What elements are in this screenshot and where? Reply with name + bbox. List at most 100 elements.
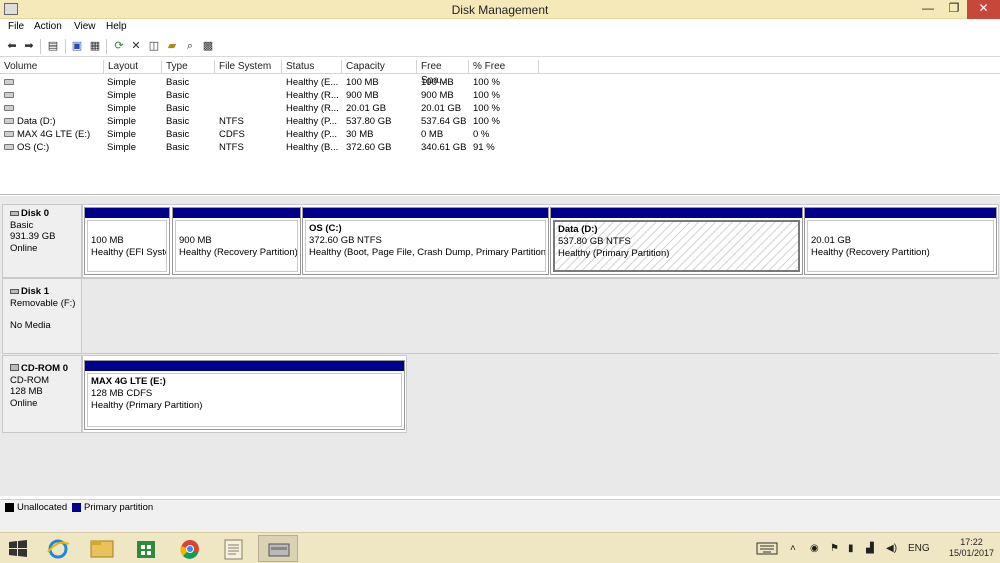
chrome-button[interactable] (170, 535, 210, 562)
drive-icon (4, 144, 14, 150)
column-header-status[interactable]: Status (282, 60, 342, 74)
store-button[interactable] (126, 535, 166, 562)
volume-list: Volume Layout Type File System Status Ca… (0, 58, 1000, 195)
properties-pane-icon[interactable]: ▦ (88, 39, 102, 53)
column-header-volume[interactable]: Volume (0, 60, 104, 74)
partition-recovery-1[interactable]: 900 MB Healthy (Recovery Partition) (172, 207, 301, 275)
free-space-cell: 0 MB (421, 129, 444, 140)
delete-icon[interactable]: ✕ (129, 39, 143, 53)
internet-explorer-icon (47, 539, 70, 559)
partition-efi[interactable]: 100 MB Healthy (EFI System Partition) (84, 207, 170, 275)
disk-0-label[interactable]: Disk 0 Basic 931.39 GB Online (2, 204, 82, 278)
toolbar-separator (40, 39, 41, 54)
partition-body: 20.01 GB Healthy (Recovery Partition) (807, 220, 994, 272)
partition-name: OS (C:) (309, 223, 342, 234)
touch-keyboard-icon[interactable] (756, 533, 778, 563)
menu-view[interactable]: View (74, 21, 96, 32)
status-cell: Healthy (R... (286, 103, 339, 114)
partition-recovery-2[interactable]: 20.01 GB Healthy (Recovery Partition) (804, 207, 997, 275)
drive-icon (4, 92, 14, 98)
percent-free-cell: 100 % (473, 103, 500, 114)
minimize-button[interactable]: — (915, 0, 941, 19)
network-signal-icon[interactable]: ▟ (866, 533, 880, 563)
volume-row[interactable]: Simple Basic Healthy (E... 100 MB 100 MB… (0, 76, 1000, 89)
cdrom-0-label[interactable]: CD-ROM 0 CD-ROM 128 MB Online (2, 355, 82, 433)
type-cell: Basic (166, 116, 190, 127)
drive-icon (4, 118, 14, 124)
input-language[interactable]: ENG (908, 533, 930, 563)
volume-list-header: Volume Layout Type File System Status Ca… (0, 60, 1000, 86)
chrome-icon (180, 540, 199, 559)
clock[interactable]: 17:22 15/01/2017 (949, 537, 994, 559)
title-bar: Disk Management — ❐ ✕ (0, 0, 1000, 19)
show-hidden-icons-chevron-icon[interactable]: ˄ (790, 533, 800, 563)
properties-icon[interactable]: ◫ (147, 39, 161, 53)
disk-state: Online (10, 397, 38, 409)
percent-free-cell: 100 % (473, 90, 500, 101)
disk-1-label[interactable]: Disk 1 Removable (F:) No Media (2, 278, 82, 354)
partition-status: Healthy (Recovery Partition) (179, 247, 298, 258)
disk-0-partitions: 100 MB Healthy (EFI System Partition) 90… (82, 204, 999, 278)
open-folder-icon[interactable]: ▰ (165, 39, 179, 53)
refresh-icon[interactable]: ⟳ (112, 39, 126, 53)
file-explorer-icon (90, 540, 114, 558)
partition-data-d[interactable]: Data (D:) 537.80 GB NTFS Healthy (Primar… (550, 207, 803, 275)
status-cell: Healthy (P... (286, 116, 338, 127)
volume-cell: OS (C:) (4, 141, 102, 154)
menu-action[interactable]: Action (34, 21, 62, 32)
status-cell: Healthy (R... (286, 90, 339, 101)
clock-time: 17:22 (960, 537, 983, 547)
partition-os-c[interactable]: OS (C:) 372.60 GB NTFS Healthy (Boot, Pa… (302, 207, 549, 275)
taskbar: ˄ ◉ ⚑ ▮ ▟ ◀) ENG 17:22 15/01/2017 (0, 532, 1000, 563)
volume-speaker-icon[interactable]: ◀) (886, 533, 900, 563)
legend-unallocated: Unallocated (17, 502, 68, 513)
column-header-free-space[interactable]: Free Spa... (417, 60, 469, 86)
volume-name: MAX 4G LTE (E:) (17, 129, 91, 140)
internet-explorer-button[interactable] (38, 535, 78, 562)
graphical-disk-view: Disk 0 Basic 931.39 GB Online 100 MB Hea… (0, 196, 1000, 496)
start-button[interactable] (0, 535, 36, 562)
toolbar-separator (106, 39, 107, 54)
volume-row[interactable]: Data (D:) Simple Basic NTFS Healthy (P..… (0, 115, 1000, 128)
file-explorer-button[interactable] (82, 535, 122, 562)
status-cell: Healthy (P... (286, 129, 338, 140)
column-header-file-system[interactable]: File System (215, 60, 282, 74)
file-system-cell: CDFS (219, 129, 245, 140)
capacity-cell: 30 MB (346, 129, 374, 140)
action-center-flag-icon[interactable]: ⚑ (830, 533, 842, 563)
settings-icon[interactable]: ▩ (201, 39, 215, 53)
usb-drive-icon (10, 289, 19, 294)
column-header-layout[interactable]: Layout (104, 60, 162, 74)
maximize-button[interactable]: ❐ (941, 0, 967, 19)
search-icon[interactable]: ⌕ (183, 39, 197, 53)
column-header-percent-free[interactable]: % Free (469, 60, 539, 74)
help-icon[interactable]: ▣ (70, 39, 84, 53)
file-system-cell: NTFS (219, 142, 244, 153)
forward-arrow-icon[interactable]: ➡ (22, 39, 36, 53)
column-header-capacity[interactable]: Capacity (342, 60, 417, 74)
layout-cell: Simple (107, 116, 137, 127)
show-hide-console-tree-icon[interactable]: ▤ (46, 39, 60, 53)
close-button[interactable]: ✕ (967, 0, 1000, 19)
partition-max-4g-lte-e[interactable]: MAX 4G LTE (E:) 128 MB CDFS Healthy (Pri… (84, 360, 405, 430)
battery-icon[interactable]: ▮ (848, 533, 860, 563)
volume-row[interactable]: MAX 4G LTE (E:) Simple Basic CDFS Health… (0, 128, 1000, 141)
cd-drive-icon (4, 131, 14, 137)
volume-row[interactable]: Simple Basic Healthy (R... 20.01 GB 20.0… (0, 102, 1000, 115)
percent-free-cell: 91 % (473, 142, 495, 153)
column-header-type[interactable]: Type (162, 60, 215, 74)
type-cell: Basic (166, 90, 190, 101)
volume-row[interactable]: OS (C:) Simple Basic NTFS Healthy (B... … (0, 141, 1000, 154)
partition-size: 128 MB CDFS (91, 388, 153, 399)
menu-help[interactable]: Help (106, 21, 127, 32)
disk-management-taskbar-button[interactable] (258, 535, 298, 562)
menu-file[interactable]: File (8, 21, 24, 32)
notepad-button[interactable] (214, 535, 254, 562)
volume-row[interactable]: Simple Basic Healthy (R... 900 MB 900 MB… (0, 89, 1000, 102)
store-icon (137, 541, 155, 558)
disk-name: Disk 0 (21, 208, 49, 219)
chrome-tray-icon[interactable]: ◉ (810, 533, 824, 563)
back-arrow-icon[interactable]: ⬅ (5, 39, 19, 53)
capacity-cell: 372.60 GB (346, 142, 392, 153)
layout-cell: Simple (107, 129, 137, 140)
